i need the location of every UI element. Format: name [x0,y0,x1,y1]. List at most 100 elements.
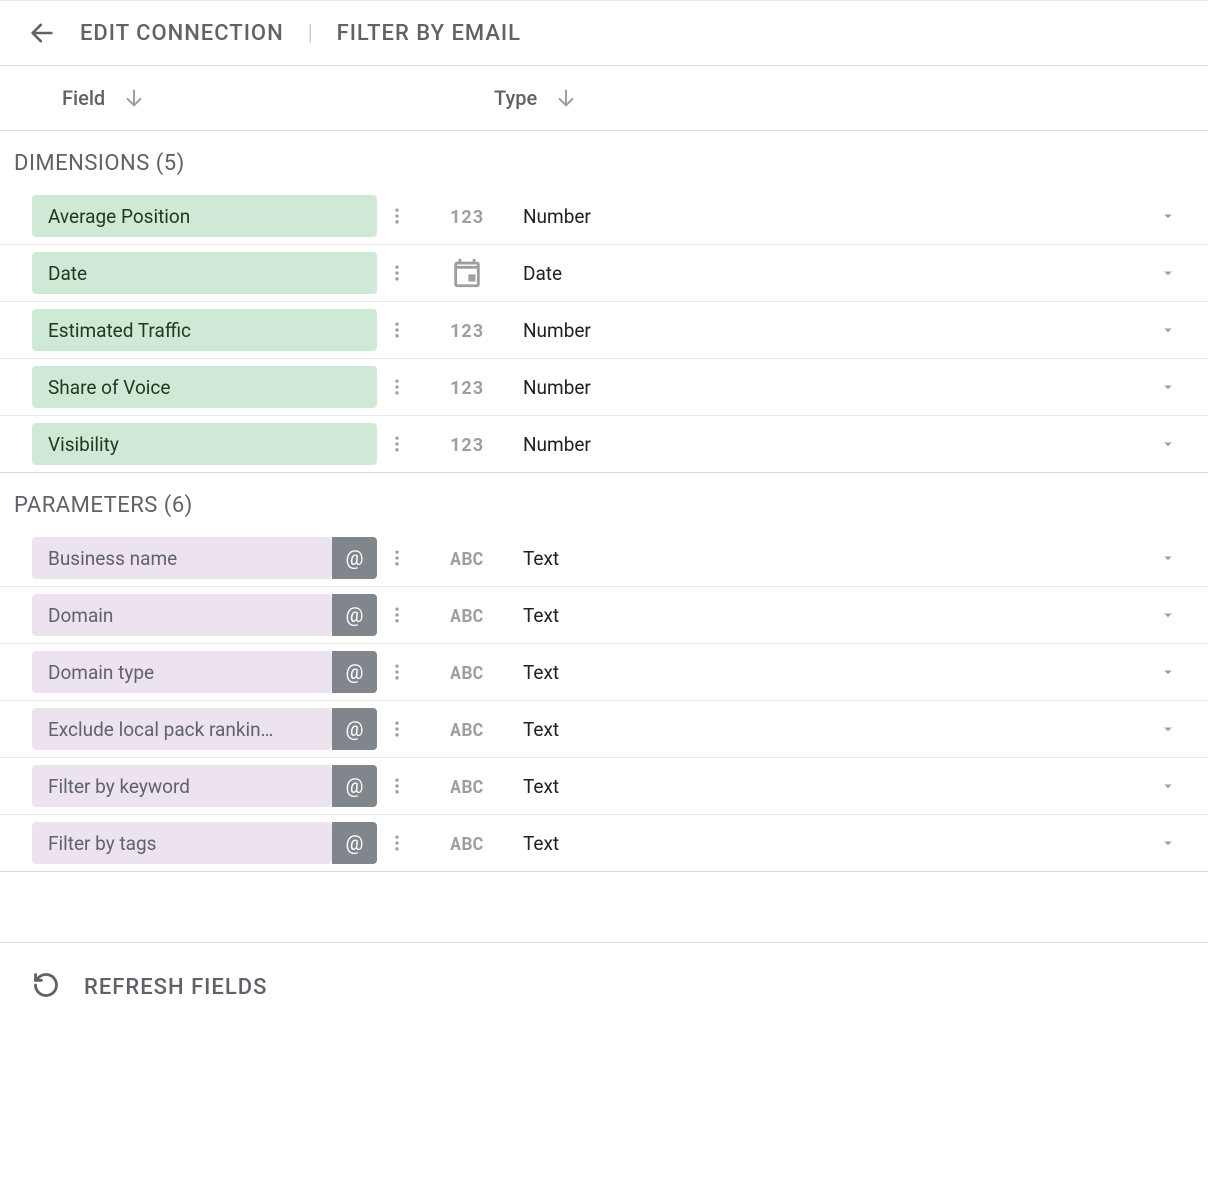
dimension-row: Share of Voice 123 Number [0,359,1208,416]
text-type-icon: ABC [450,603,484,627]
more-vertical-icon [387,433,407,455]
sort-arrow-down-icon [555,87,577,109]
more-vertical-icon [387,604,407,626]
dimension-chip[interactable]: Visibility [32,423,377,465]
type-icon: ABC [417,774,517,798]
number-type-icon: 123 [450,318,484,342]
arrow-left-icon [28,19,56,47]
dimension-chip[interactable]: Share of Voice [32,366,377,408]
number-type-icon: 123 [450,204,484,228]
caret-down-icon [1159,720,1177,738]
breadcrumb-separator: | [308,21,313,46]
text-type-icon: ABC [450,774,484,798]
type-label: Number [517,376,1148,399]
type-icon: 123 [417,375,517,399]
parameter-row: Exclude local pack rankin…@ ABCText [0,701,1208,758]
more-vertical-icon [387,832,407,854]
column-header-field[interactable]: Field [62,86,494,110]
page-title: FILTER BY EMAIL [337,21,521,46]
parameters-list: Business name@ABCTextDomain@ABCTextDomai… [0,530,1208,872]
at-badge[interactable]: @ [332,765,377,807]
parameter-row: Domain type@ABCText [0,644,1208,701]
parameter-chip[interactable]: Exclude local pack rankin… [32,708,332,750]
more-options-button[interactable] [377,262,417,284]
parameter-chip-wrap: Domain@ [32,594,377,636]
type-label: Number [517,319,1148,342]
more-vertical-icon [387,262,407,284]
caret-down-icon [1159,207,1177,225]
type-dropdown-button[interactable] [1148,834,1208,852]
type-label: Text [517,547,1148,570]
footer-bar: REFRESH FIELDS [0,942,1208,1031]
at-badge[interactable]: @ [332,822,377,864]
more-options-button[interactable] [377,604,417,626]
parameter-row: Business name@ ABC Text [0,530,1208,587]
type-dropdown-button[interactable] [1148,264,1208,282]
type-dropdown-button[interactable] [1148,549,1208,567]
type-dropdown-button[interactable] [1148,321,1208,339]
sort-arrow-down-icon [123,87,145,109]
caret-down-icon [1159,834,1177,852]
more-options-button[interactable] [377,376,417,398]
type-dropdown-button[interactable] [1148,663,1208,681]
parameter-chip[interactable]: Business name [32,537,332,579]
type-label: Text [517,718,1148,741]
dimension-row: Estimated Traffic 123 Number [0,302,1208,359]
refresh-fields-label[interactable]: REFRESH FIELDS [84,975,267,1000]
parameter-row: Domain@ABCText [0,587,1208,644]
back-arrow-button[interactable] [28,19,56,47]
type-icon: ABC [417,717,517,741]
at-badge[interactable]: @ [332,594,377,636]
column-header-type[interactable]: Type [494,86,577,110]
type-label: Number [517,433,1148,456]
type-label: Text [517,775,1148,798]
more-options-button[interactable] [377,319,417,341]
parameter-chip[interactable]: Filter by tags [32,822,332,864]
caret-down-icon [1159,549,1177,567]
type-icon: ABC [417,660,517,684]
more-options-button[interactable] [377,433,417,455]
edit-connection-link[interactable]: EDIT CONNECTION [80,21,284,46]
type-icon: ABC [417,546,517,570]
text-type-icon: ABC [450,831,484,855]
caret-down-icon [1159,606,1177,624]
parameter-chip-wrap: Domain type@ [32,651,377,693]
caret-down-icon [1159,663,1177,681]
parameter-row: Filter by tags@ABCText [0,815,1208,872]
type-dropdown-button[interactable] [1148,207,1208,225]
type-icon: 123 [417,432,517,456]
more-options-button[interactable] [377,775,417,797]
parameters-section-header: PARAMETERS (6) [0,473,1208,530]
type-dropdown-button[interactable] [1148,435,1208,453]
more-vertical-icon [387,718,407,740]
at-badge[interactable]: @ [332,537,377,579]
dimensions-section-header: DIMENSIONS (5) [0,131,1208,188]
at-badge[interactable]: @ [332,708,377,750]
more-options-button[interactable] [377,718,417,740]
more-options-button[interactable] [377,661,417,683]
parameter-chip[interactable]: Domain [32,594,332,636]
dimension-chip[interactable]: Average Position [32,195,377,237]
type-dropdown-button[interactable] [1148,777,1208,795]
type-dropdown-button[interactable] [1148,720,1208,738]
more-options-button[interactable] [377,547,417,569]
number-type-icon: 123 [450,375,484,399]
more-vertical-icon [387,319,407,341]
type-icon: 123 [417,318,517,342]
refresh-fields-button[interactable] [32,971,60,1003]
type-dropdown-button[interactable] [1148,606,1208,624]
parameter-chip[interactable]: Domain type [32,651,332,693]
more-options-button[interactable] [377,832,417,854]
text-type-icon: ABC [450,546,484,570]
caret-down-icon [1159,378,1177,396]
more-options-button[interactable] [377,205,417,227]
dimension-chip[interactable]: Date [32,252,377,294]
type-dropdown-button[interactable] [1148,378,1208,396]
dimension-chip[interactable]: Estimated Traffic [32,309,377,351]
column-header-type-label: Type [494,86,537,110]
parameter-chip[interactable]: Filter by keyword [32,765,332,807]
type-label: Date [517,262,1148,285]
type-icon: ABC [417,603,517,627]
at-badge[interactable]: @ [332,651,377,693]
type-icon [417,256,517,290]
